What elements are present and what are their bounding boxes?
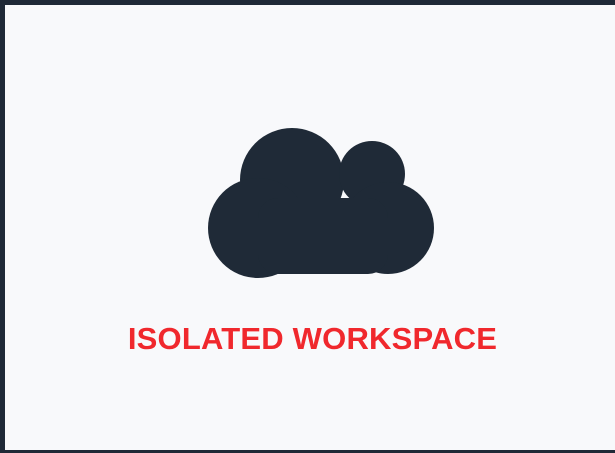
workspace-status-label: ISOLATED WORKSPACE — [127, 321, 498, 356]
cloud-icon — [208, 128, 434, 278]
workspace-panel: ISOLATED WORKSPACE — [0, 0, 615, 453]
